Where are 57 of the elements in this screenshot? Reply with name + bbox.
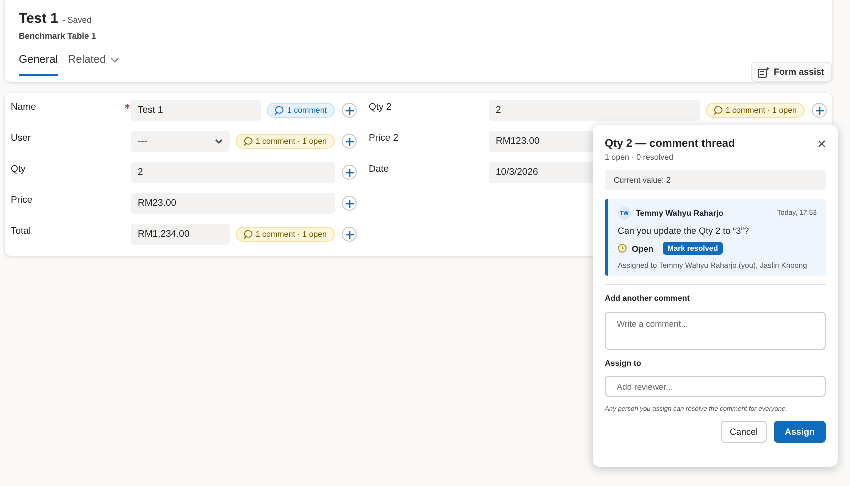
close-icon	[818, 140, 826, 148]
tab[interactable]: General	[19, 54, 58, 76]
current-value: Current value: 2	[605, 170, 826, 190]
section-label: Assign to	[605, 359, 642, 368]
comment-badge[interactable]: 1 comment · 1 open	[236, 134, 335, 149]
field-label: Qty 2	[369, 101, 393, 113]
text-field[interactable]: 2	[489, 100, 700, 121]
plus-icon	[346, 106, 354, 114]
speech-bubble-icon	[244, 230, 253, 239]
field-label: Name	[11, 101, 38, 113]
select-field[interactable]: ---	[131, 131, 230, 152]
tab[interactable]: Related	[68, 54, 120, 76]
popup-title: Qty 2 — comment thread	[605, 138, 736, 150]
chevron-down-icon	[111, 58, 120, 62]
comment-badge[interactable]: 1 comment · 1 open	[706, 103, 805, 118]
field-label: Date	[369, 163, 390, 175]
comment-badge[interactable]: 1 comment	[267, 103, 335, 118]
add-comment-button[interactable]	[342, 134, 357, 149]
speech-bubble-icon	[275, 106, 284, 115]
comment-badge[interactable]: 1 comment · 1 open	[236, 227, 335, 242]
comment-author: Temmy Wahyu Raharjo	[636, 209, 724, 218]
text-field[interactable]: RM1,234.00	[131, 224, 230, 245]
plus-icon	[346, 138, 354, 146]
plus-icon	[346, 168, 354, 176]
field-label: Qty	[11, 163, 27, 175]
speech-bubble-icon	[244, 137, 253, 146]
text-field[interactable]: 2	[131, 162, 335, 183]
field-label: Price	[11, 194, 34, 206]
plus-icon	[816, 106, 824, 114]
field-label: Total	[11, 225, 32, 237]
thread-summary: 1 open · 0 resolved	[605, 153, 674, 162]
text-field[interactable]: Test 1	[131, 100, 262, 121]
cancel-button[interactable]: Cancel	[720, 421, 767, 443]
section-label: Add another comment	[605, 294, 691, 303]
comment-text: Can you update the Qty 2 to “3”?	[618, 226, 750, 236]
form-assist-button[interactable]: Form assist	[751, 62, 832, 82]
add-comment-button[interactable]	[342, 196, 357, 211]
add-comment-button[interactable]	[342, 165, 357, 180]
chevron-down-icon	[214, 138, 223, 144]
close-button[interactable]	[818, 140, 826, 148]
field-label: Price 2	[369, 132, 400, 144]
assign-button[interactable]: Assign	[774, 421, 826, 443]
add-comment-button[interactable]	[342, 227, 357, 242]
add-comment-button[interactable]	[342, 103, 357, 118]
save-status: - Saved	[62, 15, 92, 25]
plus-icon	[346, 200, 354, 208]
comment-status: Open	[632, 244, 654, 254]
text-field[interactable]: RM23.00	[131, 193, 335, 214]
comment-field[interactable]: Write a comment...	[605, 312, 826, 350]
plus-icon	[346, 230, 354, 238]
add-comment-button[interactable]	[812, 103, 827, 118]
speech-bubble-icon	[714, 106, 723, 115]
form-sparkle-icon	[758, 66, 770, 78]
field-label: User	[11, 132, 32, 144]
reviewer-field[interactable]: Add reviewer...	[605, 376, 826, 397]
table-name: Benchmark Table 1	[19, 31, 96, 41]
record-title: Test 1	[19, 10, 58, 26]
